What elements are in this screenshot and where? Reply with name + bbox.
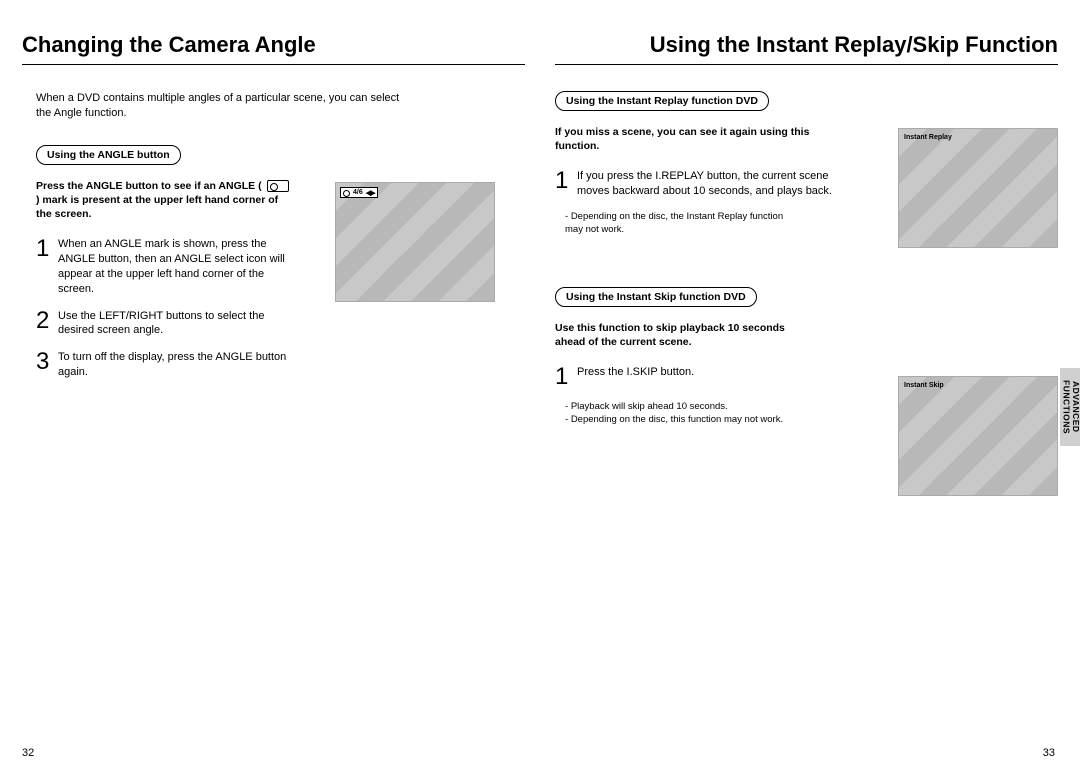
angle-screenshot: 4/6 ◀▶ <box>335 182 495 302</box>
left-page: Changing the Camera Angle When a DVD con… <box>22 32 525 732</box>
angle-instruction: Press the ANGLE button to see if an ANGL… <box>36 179 296 222</box>
side-tab-label: ADVANCED FUNCTIONS <box>1061 368 1080 446</box>
left-intro: When a DVD contains multiple angles of a… <box>36 91 416 121</box>
angle-badge: 4/6 ◀▶ <box>340 187 378 198</box>
skip-instruction: Use this function to skip playback 10 se… <box>555 321 815 349</box>
skip-step-1: 1 Press the I.SKIP button. <box>555 365 835 389</box>
replay-step-1: 1 If you press the I.REPLAY button, the … <box>555 169 835 199</box>
skip-pill: Using the Instant Skip function DVD <box>555 287 757 307</box>
angle-badge-text: 4/6 <box>353 189 363 196</box>
right-title: Using the Instant Replay/Skip Function <box>555 32 1058 65</box>
step-text: To turn off the display, press the ANGLE… <box>58 350 296 380</box>
angle-pill: Using the ANGLE button <box>36 145 181 165</box>
replay-instruction: If you miss a scene, you can see it agai… <box>555 125 815 153</box>
step-text: Use the LEFT/RIGHT buttons to select the… <box>58 309 296 339</box>
replay-pill: Using the Instant Replay function DVD <box>555 91 769 111</box>
angle-instr-a: Press the ANGLE button to see if an ANGL… <box>36 180 255 192</box>
step-text: If you press the I.REPLAY button, the cu… <box>577 169 835 199</box>
step-text: When an ANGLE mark is shown, press the A… <box>58 237 296 296</box>
page-num-right: 33 <box>1043 747 1055 759</box>
step-1: 1 When an ANGLE mark is shown, press the… <box>36 237 296 296</box>
step-num: 3 <box>36 350 52 380</box>
replay-shot-label: Instant Replay <box>904 134 952 141</box>
skip-screenshot: Instant Skip <box>898 376 1058 496</box>
side-tab: ADVANCED FUNCTIONS <box>1060 368 1080 446</box>
right-page: Using the Instant Replay/Skip Function U… <box>555 32 1058 732</box>
note-line: Depending on the disc, the Instant Repla… <box>565 211 795 237</box>
step-text: Press the I.SKIP button. <box>577 365 694 389</box>
lr-arrow-icon: ◀▶ <box>366 189 375 197</box>
replay-note: Depending on the disc, the Instant Repla… <box>565 211 795 237</box>
step-num: 2 <box>36 309 52 339</box>
note-line: Depending on the disc, this function may… <box>565 414 795 427</box>
left-title: Changing the Camera Angle <box>22 32 525 65</box>
step-num: 1 <box>555 365 571 389</box>
angle-steps: 1 When an ANGLE mark is shown, press the… <box>36 237 296 380</box>
step-3: 3 To turn off the display, press the ANG… <box>36 350 296 380</box>
page-spread: Changing the Camera Angle When a DVD con… <box>22 32 1058 732</box>
skip-steps: 1 Press the I.SKIP button. <box>555 365 835 389</box>
step-num: 1 <box>36 237 52 296</box>
skip-notes: Playback will skip ahead 10 seconds. Dep… <box>565 401 795 427</box>
angle-mark-icon <box>267 180 289 192</box>
replay-steps: 1 If you press the I.REPLAY button, the … <box>555 169 835 199</box>
step-2: 2 Use the LEFT/RIGHT buttons to select t… <box>36 309 296 339</box>
replay-screenshot: Instant Replay <box>898 128 1058 248</box>
note-line: Playback will skip ahead 10 seconds. <box>565 401 795 414</box>
step-num: 1 <box>555 169 571 199</box>
angle-instr-b: mark is present at the upper left hand c… <box>36 194 278 220</box>
skip-shot-label: Instant Skip <box>904 382 944 389</box>
page-num-left: 32 <box>22 747 34 759</box>
